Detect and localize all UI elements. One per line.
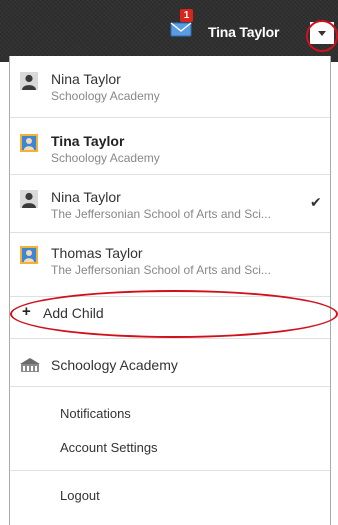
account-school: The Jeffersonian School of Arts and Sci.… — [51, 207, 271, 221]
account-name: Nina Taylor — [51, 189, 121, 205]
divider — [10, 470, 330, 471]
user-name-label[interactable]: Tina Taylor — [208, 24, 279, 40]
logout-link[interactable]: Logout — [60, 488, 100, 503]
divider — [10, 174, 330, 175]
annotation-oval — [10, 290, 338, 338]
divider — [10, 117, 330, 118]
account-school: The Jeffersonian School of Arts and Sci.… — [51, 263, 271, 277]
account-item-thomas-taylor-jeffersonian[interactable]: Thomas Taylor The Jeffersonian School of… — [10, 238, 330, 288]
notification-badge: 1 — [180, 9, 193, 22]
annotation-circle — [306, 20, 338, 52]
person-silhouette-icon — [20, 190, 38, 208]
parent-account-icon — [20, 134, 38, 152]
account-dropdown-menu: Nina Taylor Schoology Academy Tina Taylo… — [9, 56, 338, 525]
divider — [10, 338, 330, 339]
school-link-label: Schoology Academy — [51, 357, 178, 373]
school-building-icon — [20, 358, 40, 372]
divider — [10, 232, 330, 233]
screen: 1 Tina Taylor Nina Taylor Schoology Acad… — [0, 0, 338, 525]
parent-account-icon — [20, 246, 38, 264]
account-item-nina-taylor-schoology[interactable]: Nina Taylor Schoology Academy — [10, 64, 330, 114]
top-navigation-bar: 1 Tina Taylor — [0, 0, 338, 62]
notifications-link[interactable]: Notifications — [60, 406, 131, 421]
account-school: Schoology Academy — [51, 89, 160, 103]
account-item-nina-taylor-jeffersonian[interactable]: Nina Taylor The Jeffersonian School of A… — [10, 182, 330, 232]
account-name: Nina Taylor — [51, 71, 121, 87]
account-school: Schoology Academy — [51, 151, 160, 165]
divider — [10, 386, 330, 387]
account-name: Thomas Taylor — [51, 245, 143, 261]
person-silhouette-icon — [20, 72, 38, 90]
school-link-schoology-academy[interactable]: Schoology Academy — [10, 350, 330, 390]
account-item-tina-taylor-schoology[interactable]: Tina Taylor Schoology Academy — [10, 126, 330, 176]
account-name: Tina Taylor — [51, 133, 125, 149]
account-settings-link[interactable]: Account Settings — [60, 440, 158, 455]
